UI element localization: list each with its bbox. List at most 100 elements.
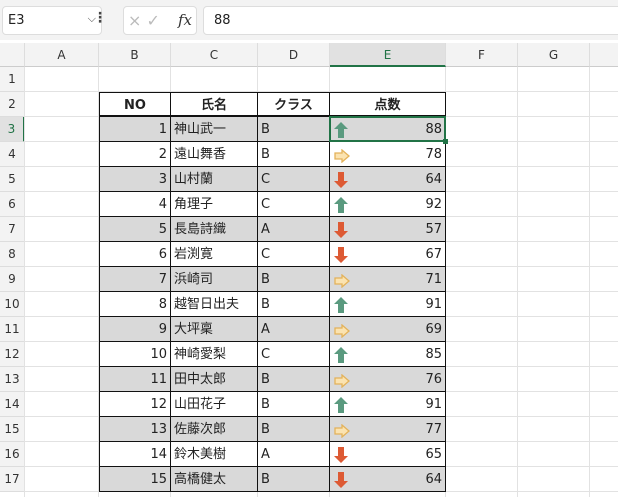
cell-class[interactable]: B (258, 117, 330, 142)
cell-score[interactable]: 78 (330, 142, 446, 167)
cell-score[interactable]: 77 (330, 417, 446, 442)
cell-no[interactable]: 9 (99, 317, 171, 342)
cell-name[interactable]: 神山武一 (171, 117, 258, 142)
column-header-D[interactable]: D (258, 43, 330, 67)
formula-input[interactable]: 88 (203, 6, 618, 35)
cell-class[interactable]: A (258, 442, 330, 467)
cell-name[interactable]: 高橋健太 (171, 467, 258, 492)
select-all-corner[interactable] (0, 43, 25, 67)
cell-class[interactable]: C (258, 192, 330, 217)
cell-class[interactable]: B (258, 467, 330, 492)
cell-score[interactable]: 65 (330, 442, 446, 467)
cell-name[interactable]: 大坪稟 (171, 317, 258, 342)
score-value: 78 (425, 147, 442, 162)
column-header-G[interactable]: G (518, 43, 590, 67)
table-header-no[interactable]: NO (99, 92, 171, 117)
insert-function-icon[interactable]: fx (178, 11, 192, 29)
row-header-15[interactable]: 15 (0, 417, 25, 442)
table-header-class[interactable]: クラス (258, 92, 330, 117)
row-header-3[interactable]: 3 (0, 117, 25, 142)
cell-score[interactable]: 92 (330, 192, 446, 217)
row-header-6[interactable]: 6 (0, 192, 25, 217)
row-header-10[interactable]: 10 (0, 292, 25, 317)
row-header-16[interactable]: 16 (0, 442, 25, 467)
cell-class[interactable]: B (258, 267, 330, 292)
row-header-12[interactable]: 12 (0, 342, 25, 367)
table-header-name[interactable]: 氏名 (171, 92, 258, 117)
cell-name[interactable]: 角理子 (171, 192, 258, 217)
fill-handle[interactable] (443, 139, 448, 144)
cell-class[interactable]: C (258, 167, 330, 192)
more-options-icon[interactable]: ⋮ (93, 10, 107, 26)
cell-no[interactable]: 6 (99, 242, 171, 267)
cell-class[interactable]: B (258, 417, 330, 442)
row-header-9[interactable]: 9 (0, 267, 25, 292)
cell-name[interactable]: 鈴木美樹 (171, 442, 258, 467)
cell-no[interactable]: 10 (99, 342, 171, 367)
row-header-2[interactable]: 2 (0, 92, 25, 117)
cell-score[interactable]: 88 (330, 117, 446, 142)
cell-no[interactable]: 3 (99, 167, 171, 192)
cell-score[interactable]: 57 (330, 217, 446, 242)
cell-no[interactable]: 13 (99, 417, 171, 442)
cell-score[interactable]: 85 (330, 342, 446, 367)
column-header-extra[interactable] (590, 43, 618, 67)
cell-no[interactable]: 4 (99, 192, 171, 217)
cell-no[interactable]: 5 (99, 217, 171, 242)
cancel-icon[interactable]: × (128, 11, 141, 30)
cell-no[interactable]: 15 (99, 467, 171, 492)
cell-name[interactable]: 遠山舞香 (171, 142, 258, 167)
cell-class[interactable]: B (258, 392, 330, 417)
column-header-C[interactable]: C (171, 43, 258, 67)
cell-no[interactable]: 2 (99, 142, 171, 167)
cell-score[interactable]: 91 (330, 292, 446, 317)
cell-score[interactable]: 71 (330, 267, 446, 292)
cell-no[interactable]: 7 (99, 267, 171, 292)
cell-name[interactable]: 神崎愛梨 (171, 342, 258, 367)
cell-class[interactable]: A (258, 317, 330, 342)
cell-class[interactable]: A (258, 217, 330, 242)
row-header-11[interactable]: 11 (0, 317, 25, 342)
cell-no[interactable]: 12 (99, 392, 171, 417)
cell-score[interactable]: 76 (330, 367, 446, 392)
row-header-13[interactable]: 13 (0, 367, 25, 392)
cell-name[interactable]: 山田花子 (171, 392, 258, 417)
column-header-F[interactable]: F (446, 43, 518, 67)
row-header-7[interactable]: 7 (0, 217, 25, 242)
row-header-8[interactable]: 8 (0, 242, 25, 267)
gridline (24, 67, 25, 497)
cell-name[interactable]: 田中太郎 (171, 367, 258, 392)
arrow-down-icon (334, 222, 348, 238)
row-header-17[interactable]: 17 (0, 467, 25, 492)
row-header-14[interactable]: 14 (0, 392, 25, 417)
cell-score[interactable]: 91 (330, 392, 446, 417)
column-header-A[interactable]: A (25, 43, 99, 67)
column-header-B[interactable]: B (99, 43, 171, 67)
cell-name[interactable]: 越智日出夫 (171, 292, 258, 317)
table-header-score[interactable]: 点数 (330, 92, 446, 117)
cell-class[interactable]: B (258, 367, 330, 392)
cell-score[interactable]: 64 (330, 167, 446, 192)
cell-score[interactable]: 64 (330, 467, 446, 492)
cell-class[interactable]: C (258, 342, 330, 367)
row-header-5[interactable]: 5 (0, 167, 25, 192)
cell-no[interactable]: 8 (99, 292, 171, 317)
cell-name[interactable]: 長島詩織 (171, 217, 258, 242)
column-header-E[interactable]: E (330, 43, 446, 67)
cell-name[interactable]: 佐藤次郎 (171, 417, 258, 442)
cell-name[interactable]: 岩渕寛 (171, 242, 258, 267)
cell-class[interactable]: C (258, 242, 330, 267)
cell-score[interactable]: 67 (330, 242, 446, 267)
cell-class[interactable]: B (258, 142, 330, 167)
cell-score[interactable]: 69 (330, 317, 446, 342)
cell-name[interactable]: 山村蘭 (171, 167, 258, 192)
cell-name[interactable]: 浜崎司 (171, 267, 258, 292)
cell-no[interactable]: 1 (99, 117, 171, 142)
cell-no[interactable]: 14 (99, 442, 171, 467)
row-header-1[interactable]: 1 (0, 67, 25, 92)
cell-class[interactable]: B (258, 292, 330, 317)
enter-icon[interactable]: ✓ (147, 11, 160, 30)
name-box[interactable]: E3 ⌵ (2, 6, 102, 35)
row-header-4[interactable]: 4 (0, 142, 25, 167)
cell-no[interactable]: 11 (99, 367, 171, 392)
